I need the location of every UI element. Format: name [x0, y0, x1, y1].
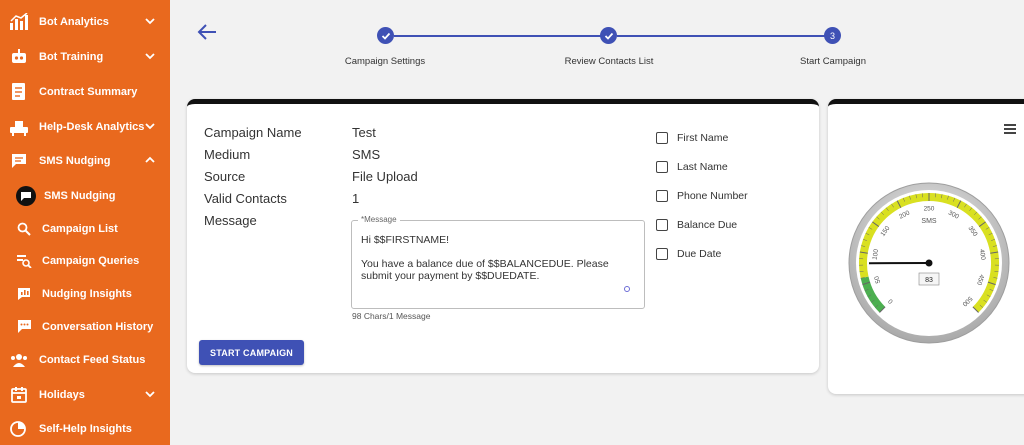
desk-icon — [8, 116, 30, 138]
source-label: Source — [204, 169, 246, 184]
checkbox[interactable] — [656, 161, 668, 173]
sidebar-subitem-conversation-history[interactable]: Conversation History — [0, 310, 170, 343]
sidebar-item-label: Holidays — [39, 388, 85, 401]
sidebar-item-label: Nudging Insights — [42, 287, 132, 300]
search-icon — [16, 218, 32, 240]
step-label: Review Contacts List — [564, 56, 654, 67]
campaign-summary-card: Campaign Name Test Medium SMS Source Fil… — [187, 99, 819, 373]
chat-icon — [8, 150, 30, 172]
sidebar-item-contact-feed-status[interactable]: Contact Feed Status — [0, 343, 170, 376]
sidebar-item-label: Self-Help Insights — [39, 422, 132, 435]
step-3-circle[interactable]: 3 — [824, 27, 841, 44]
sidebar-item-label: SMS Nudging — [44, 189, 116, 202]
check-icon — [381, 32, 390, 40]
message-char-count: 98 Chars/1 Message — [352, 311, 431, 321]
step-2-circle[interactable] — [600, 27, 617, 44]
stepper-connector — [617, 35, 825, 37]
chat-icon — [16, 316, 32, 338]
start-campaign-button[interactable]: START CAMPAIGN — [199, 340, 304, 365]
placeholder-checkbox-phone-number[interactable]: Phone Number — [656, 190, 748, 202]
message-label: Message — [204, 213, 257, 228]
sidebar-subitem-campaign-list[interactable]: Campaign List — [0, 212, 170, 245]
sidebar-item-label: SMS Nudging — [39, 154, 111, 167]
query-icon — [16, 250, 32, 272]
chat-bubble-icon — [16, 185, 36, 207]
checkbox[interactable] — [656, 219, 668, 231]
sidebar-item-label: Conversation History — [42, 320, 154, 333]
contacts-icon — [8, 349, 30, 371]
medium-value: SMS — [352, 147, 381, 162]
sidebar-item-label: Campaign List — [42, 222, 118, 235]
sidebar-item-label: Bot Analytics — [39, 15, 109, 28]
document-icon — [8, 81, 30, 103]
placeholder-checkbox-last-name[interactable]: Last Name — [656, 161, 728, 173]
sidebar-item-label: Contact Feed Status — [39, 353, 146, 366]
gauge-title: SMS — [921, 218, 937, 225]
chevron-down-icon[interactable] — [144, 50, 156, 62]
chevron-down-icon[interactable] — [144, 388, 156, 400]
bar-chart-icon — [8, 11, 30, 33]
gauge-pivot — [925, 259, 933, 267]
campaign-name-value: Test — [352, 125, 376, 140]
checkbox-label: Phone Number — [677, 190, 748, 202]
stepper-connector — [394, 35, 602, 37]
sidebar-item-label: Bot Training — [39, 50, 104, 63]
insights-icon — [8, 418, 30, 440]
step-label: Start Campaign — [799, 56, 867, 67]
sidebar-subitem-sms-nudging[interactable]: SMS Nudging — [0, 179, 170, 212]
checkbox[interactable] — [656, 248, 668, 260]
chevron-up-icon[interactable] — [144, 154, 156, 166]
gauge-card: 0 50 100 150 200 250 300 350 400 450 500 SMS 83 — [828, 99, 1024, 394]
sidebar-subitem-campaign-queries[interactable]: Campaign Queries — [0, 244, 170, 277]
sidebar-subitem-nudging-insights[interactable]: Nudging Insights — [0, 277, 170, 310]
placeholder-checkbox-first-name[interactable]: First Name — [656, 132, 728, 144]
chevron-down-icon[interactable] — [144, 15, 156, 27]
source-value: File Upload — [352, 169, 418, 184]
sidebar-item-label: Contract Summary — [39, 85, 138, 98]
sidebar-item-bot-analytics[interactable]: Bot Analytics — [0, 5, 170, 38]
calendar-icon — [8, 384, 30, 406]
gauge-tick-label: 250 — [924, 206, 935, 213]
back-arrow-icon[interactable] — [196, 22, 218, 42]
valid-contacts-label: Valid Contacts — [204, 191, 287, 206]
sidebar-item-bot-training[interactable]: Bot Training — [0, 40, 170, 73]
step-1-circle[interactable] — [377, 27, 394, 44]
checkbox-label: Last Name — [677, 161, 728, 173]
resize-handle-icon[interactable] — [624, 286, 630, 292]
placeholder-checkbox-balance-due[interactable]: Balance Due — [656, 219, 737, 231]
sidebar-item-self-help-insights[interactable]: Self-Help Insights — [0, 412, 170, 445]
robot-icon — [8, 46, 30, 68]
checkbox[interactable] — [656, 132, 668, 144]
sidebar-item-label: Help-Desk Analytics — [39, 120, 145, 133]
menu-icon[interactable] — [1004, 124, 1016, 134]
valid-contacts-value: 1 — [352, 191, 360, 206]
checkbox[interactable] — [656, 190, 668, 202]
message-text[interactable]: Hi $$FIRSTNAME! You have a balance due o… — [361, 234, 636, 282]
checkbox-label: Due Date — [677, 248, 722, 260]
medium-label: Medium — [204, 147, 251, 162]
insights-icon — [16, 283, 32, 305]
sidebar-item-label: Campaign Queries — [42, 254, 140, 267]
step-label: Campaign Settings — [344, 56, 426, 67]
sidebar: Bot Analytics Bot Training Contract Summ… — [0, 0, 170, 445]
message-legend: *Message — [358, 215, 400, 224]
gauge-value: 83 — [925, 277, 933, 284]
sms-gauge: 050100150200250300350400450500 SMS 83 — [848, 182, 1010, 344]
checkbox-label: Balance Due — [677, 219, 738, 231]
chevron-down-icon[interactable] — [144, 120, 156, 132]
campaign-name-label: Campaign Name — [204, 125, 302, 140]
sidebar-item-sms-nudging[interactable]: SMS Nudging — [0, 144, 170, 177]
sidebar-item-contract-summary[interactable]: Contract Summary — [0, 75, 170, 108]
check-icon — [604, 32, 613, 40]
sidebar-item-help-desk-analytics[interactable]: Help-Desk Analytics — [0, 110, 170, 143]
checkbox-label: First Name — [677, 132, 729, 144]
message-textarea[interactable]: *Message Hi $$FIRSTNAME! You have a bala… — [351, 215, 645, 309]
placeholder-checkbox-due-date[interactable]: Due Date — [656, 248, 721, 260]
sidebar-item-holidays[interactable]: Holidays — [0, 378, 170, 411]
